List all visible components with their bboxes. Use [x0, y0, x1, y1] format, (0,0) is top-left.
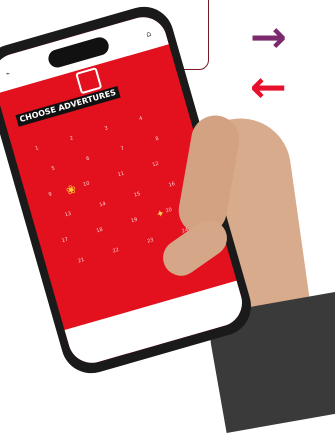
footer-text	[76, 291, 229, 335]
calendar-day[interactable]: 20	[165, 207, 173, 215]
calendar-day[interactable]: 8	[155, 136, 160, 143]
calendar-day[interactable]: 6	[86, 156, 91, 163]
calendar-day[interactable]: 19	[130, 217, 138, 225]
calendar-day[interactable]: 13	[64, 211, 72, 219]
menu-icon[interactable]: ⌂	[145, 29, 152, 39]
arrow-right-icon: →	[250, 12, 287, 63]
calendar-day[interactable]: 11	[117, 171, 125, 179]
calendar-day[interactable]: 23	[147, 237, 155, 245]
calendar-day[interactable]: 4	[139, 115, 144, 122]
calendar-day[interactable]: 16	[168, 181, 176, 189]
calendar-day[interactable]: 2	[69, 135, 74, 142]
app-logo: ⌁	[4, 69, 11, 79]
notch	[45, 35, 111, 70]
calendar-day[interactable]: 9	[48, 191, 53, 198]
calendar-day[interactable]: 10	[83, 181, 91, 189]
calendar-day[interactable]: 7	[120, 146, 125, 153]
calendar-day[interactable]: 18	[96, 227, 104, 235]
decoration-ornament: ❀	[64, 181, 78, 198]
calendar-day[interactable]: 15	[133, 191, 141, 199]
arrow-left-icon: ←	[250, 62, 287, 113]
calendar-day[interactable]: 14	[99, 201, 107, 209]
calendar-day[interactable]: 12	[152, 161, 160, 169]
calendar-day[interactable]: 22	[112, 247, 120, 255]
page-title: CHOOSE ADVERTURES	[15, 86, 121, 127]
calendar-day[interactable]: 5	[51, 166, 56, 173]
calendar-day[interactable]: 3	[104, 125, 109, 132]
calendar-day[interactable]: 1	[35, 145, 40, 152]
calendar-day[interactable]: 21	[77, 257, 85, 265]
calendar-day[interactable]: 17	[61, 237, 69, 245]
